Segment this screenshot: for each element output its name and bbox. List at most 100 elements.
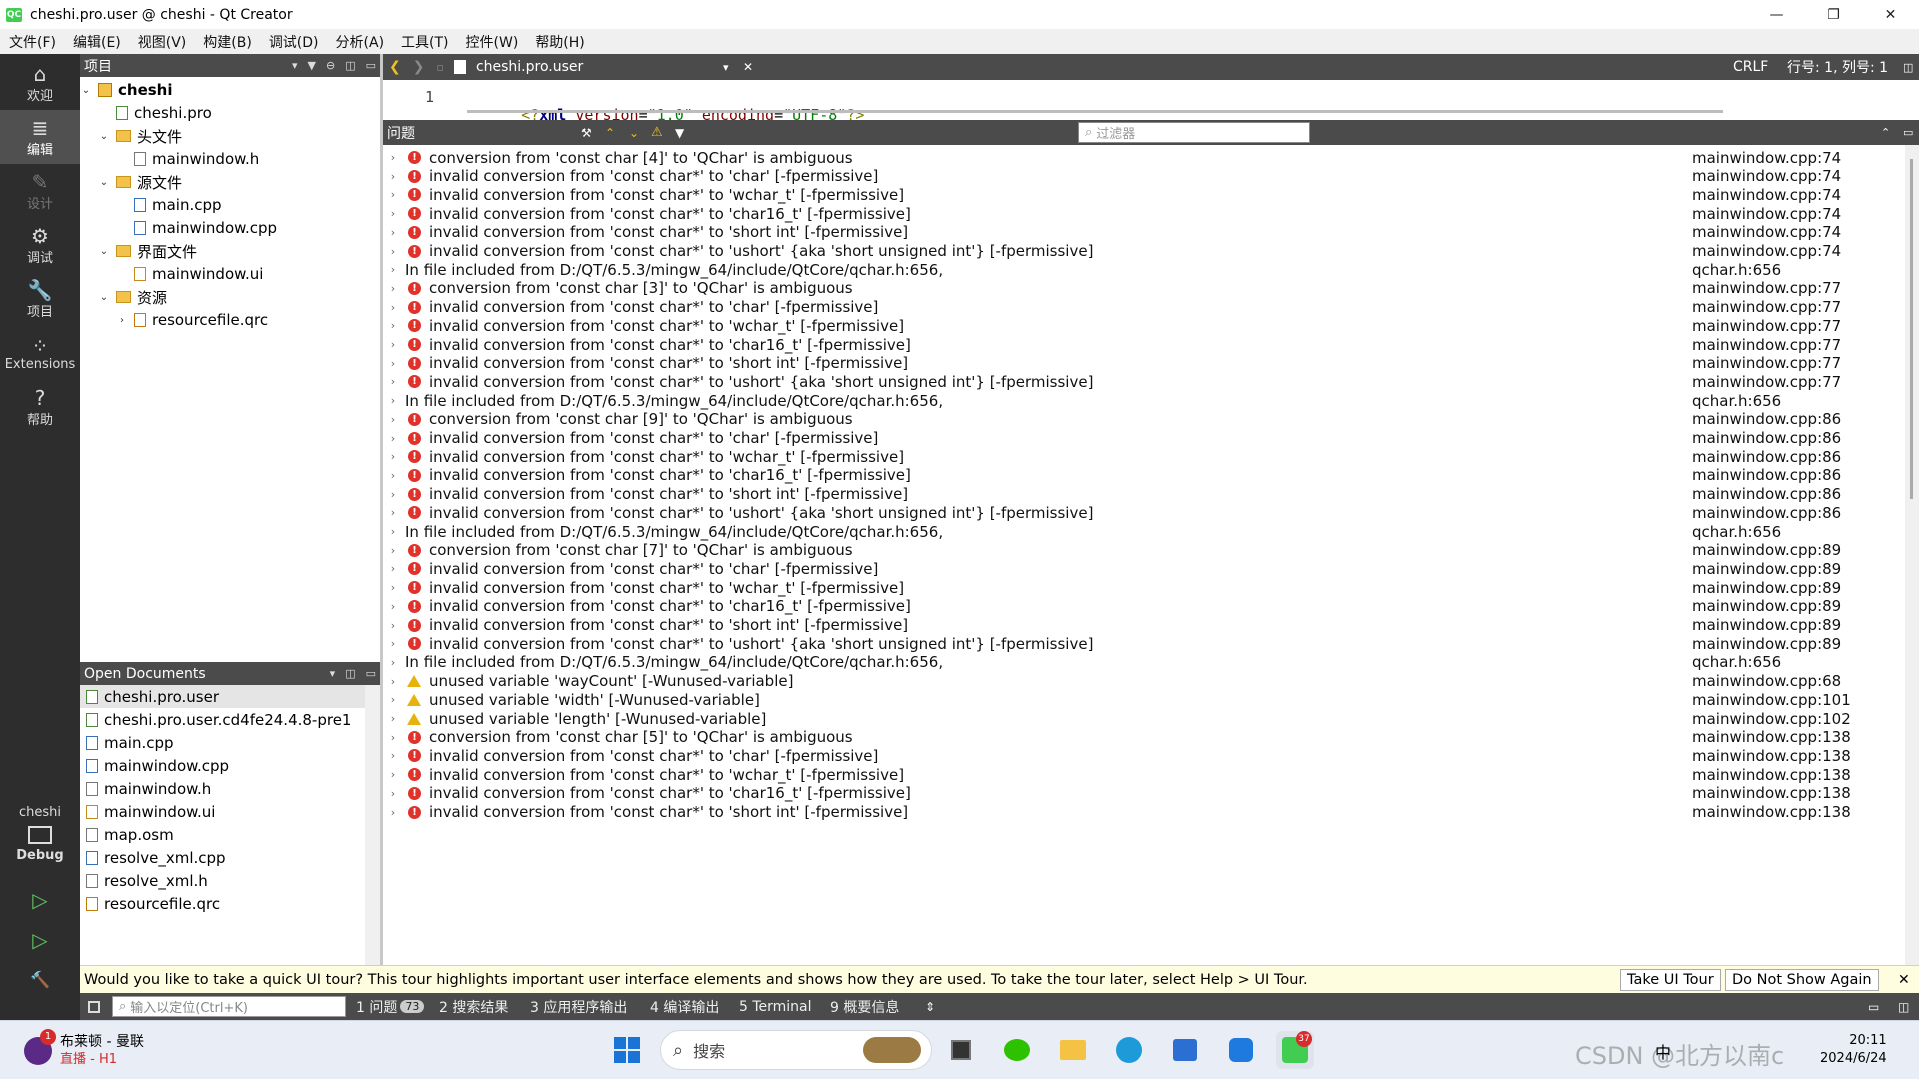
chevron-right-icon[interactable]: › [383,375,403,388]
chevron-right-icon[interactable]: › [383,432,403,445]
chevron-right-icon[interactable]: › [383,656,403,669]
chevron-right-icon[interactable]: › [383,693,403,706]
chevron-right-icon[interactable]: › [383,581,403,594]
open-documents-title[interactable]: Open Documents [84,666,206,682]
mode-edit[interactable]: ≣ 编辑 [0,110,80,164]
text-editor[interactable]: 1 <?xml version="1.0" encoding="UTF-8"?> [383,80,1919,124]
tree-item-project[interactable]: ⌄ cheshi [80,79,173,101]
output-tab-search-results[interactable]: 2 搜索结果 [439,993,508,1020]
cursor-position[interactable]: 行号: 1, 列号: 1 [1787,57,1888,77]
chevron-right-icon[interactable]: › [383,562,403,575]
chevron-right-icon[interactable]: › [383,338,403,351]
chevron-right-icon[interactable]: › [383,525,403,538]
taskbar-search[interactable]: ⌕ 搜索 [660,1030,932,1070]
close-icon[interactable]: ✕ [1898,972,1910,988]
menu-file[interactable]: 文件(F) [0,32,64,52]
run-button[interactable]: ▷ [0,880,80,920]
minimize-button[interactable]: — [1748,0,1805,29]
issues-filter-input[interactable]: ⌕ 过滤器 [1078,122,1310,143]
chevron-right-icon[interactable]: › [383,787,403,800]
chevron-right-icon[interactable]: › [383,637,403,650]
filter-icon[interactable]: ▼ [675,126,684,140]
chevron-down-icon[interactable]: ⌄ [80,85,92,96]
locator-input[interactable]: ⌕ 输入以定位(Ctrl+K) [112,996,346,1017]
menu-analyze[interactable]: 分析(A) [327,32,393,52]
edge-browser-button[interactable] [1110,1031,1148,1069]
output-tab-terminal[interactable]: 5 Terminal [739,993,812,1020]
close-pane-icon[interactable]: ▭ [1903,126,1913,139]
menu-view[interactable]: 视图(V) [129,32,195,52]
qt-creator-taskbar-button[interactable]: 37 [1276,1031,1314,1069]
chevron-right-icon[interactable]: › [383,170,403,183]
forward-arrow-icon[interactable]: ❯ [413,59,425,75]
open-doc-item[interactable]: resourcefile.qrc [80,892,365,915]
open-doc-item[interactable]: main.cpp [80,731,365,754]
windows-start-button[interactable] [608,1031,646,1069]
chevron-right-icon[interactable]: › [383,207,403,220]
feishu-button[interactable] [1222,1031,1260,1069]
next-issue-icon[interactable]: ⌄ [629,126,639,140]
chevron-down-icon[interactable]: ⌄ [98,292,110,303]
task-view-button[interactable] [942,1031,980,1069]
mode-debug[interactable]: ⚙ 调试 [0,218,80,272]
split-editor-icon[interactable]: ◫ [1903,61,1913,74]
chevron-right-icon[interactable]: › [383,712,403,725]
toggle-right-sidebar-icon[interactable]: ◫ [1898,1000,1909,1014]
close-window-button[interactable]: ✕ [1862,0,1919,29]
scrollbar-thumb[interactable] [1910,159,1913,499]
issue-row[interactable]: ›! invalid conversion from 'const char*' … [383,801,1905,824]
menu-help[interactable]: 帮助(H) [526,32,592,52]
mode-extensions[interactable]: ⁘ Extensions [0,326,80,380]
chevron-right-icon[interactable]: › [383,619,403,632]
chevron-right-icon[interactable]: › [383,394,403,407]
menu-edit[interactable]: 编辑(E) [64,32,129,52]
open-docs-scrollbar[interactable] [365,685,380,965]
open-doc-item[interactable]: resolve_xml.cpp [80,846,365,869]
tree-item[interactable]: mainwindow.h [116,148,259,170]
output-tab-application-output[interactable]: 3 应用程序输出 [530,993,627,1020]
chevron-right-icon[interactable]: › [383,263,403,276]
file-explorer-button[interactable] [1054,1031,1092,1069]
open-doc-item[interactable]: mainwindow.h [80,777,365,800]
chevron-right-icon[interactable]: › [383,768,403,781]
horizontal-scrollbar[interactable] [467,110,1723,113]
media-widget[interactable]: 1 布莱顿 - 曼联 直播 - H1 [24,1029,144,1073]
chevron-right-icon[interactable]: › [383,357,403,370]
chevron-right-icon[interactable]: › [383,151,403,164]
do-not-show-again-button[interactable]: Do Not Show Again [1725,969,1879,991]
maximize-pane-icon[interactable]: ⌃ [1881,126,1890,139]
menu-tools[interactable]: 工具(T) [392,32,456,52]
menu-build[interactable]: 构建(B) [194,32,260,52]
chevron-right-icon[interactable]: › [383,600,403,613]
chevron-down-icon[interactable]: ⌄ [98,246,110,257]
tree-item[interactable]: › resourcefile.qrc [116,309,268,331]
build-button[interactable]: 🔨 [0,960,80,1000]
chevron-right-icon[interactable]: › [116,315,128,326]
close-document-icon[interactable]: ✕ [743,60,753,74]
link-icon[interactable]: ⊖ [326,59,335,72]
tree-item-folder[interactable]: ⌄ 资源 [98,286,167,308]
filter-icon[interactable]: ▼ [308,59,316,72]
previous-issue-icon[interactable]: ⌃ [605,126,615,140]
toggle-sidebar-icon[interactable] [88,1000,100,1013]
dropdown-icon[interactable]: ▾ [292,59,298,72]
debug-run-button[interactable]: ▷ [0,920,80,960]
output-tab-general-messages[interactable]: 9 概要信息 [830,993,899,1020]
tree-item-folder[interactable]: ⌄ 界面文件 [98,240,197,262]
tree-item[interactable]: cheshi.pro [98,102,212,124]
wechat-button[interactable] [998,1031,1036,1069]
restore-button[interactable]: ❐ [1805,0,1862,29]
open-doc-item[interactable]: mainwindow.ui [80,800,365,823]
clean-icon[interactable]: ⚒ [581,126,592,140]
menu-debug[interactable]: 调试(D) [260,32,327,52]
editor-file-tab[interactable]: cheshi.pro.user [476,59,583,75]
chevron-right-icon[interactable]: › [383,749,403,762]
chevron-right-icon[interactable]: › [383,675,403,688]
more-tabs-icon[interactable]: ⇕ [925,1000,935,1014]
open-doc-item[interactable]: cheshi.pro.user [80,685,365,708]
ime-indicator[interactable]: 中 [1655,1039,1671,1063]
split-icon[interactable]: ◫ [345,59,355,72]
chevron-right-icon[interactable]: › [383,301,403,314]
tree-item[interactable]: mainwindow.cpp [116,217,277,239]
mode-welcome[interactable]: ⌂ 欢迎 [0,56,80,110]
